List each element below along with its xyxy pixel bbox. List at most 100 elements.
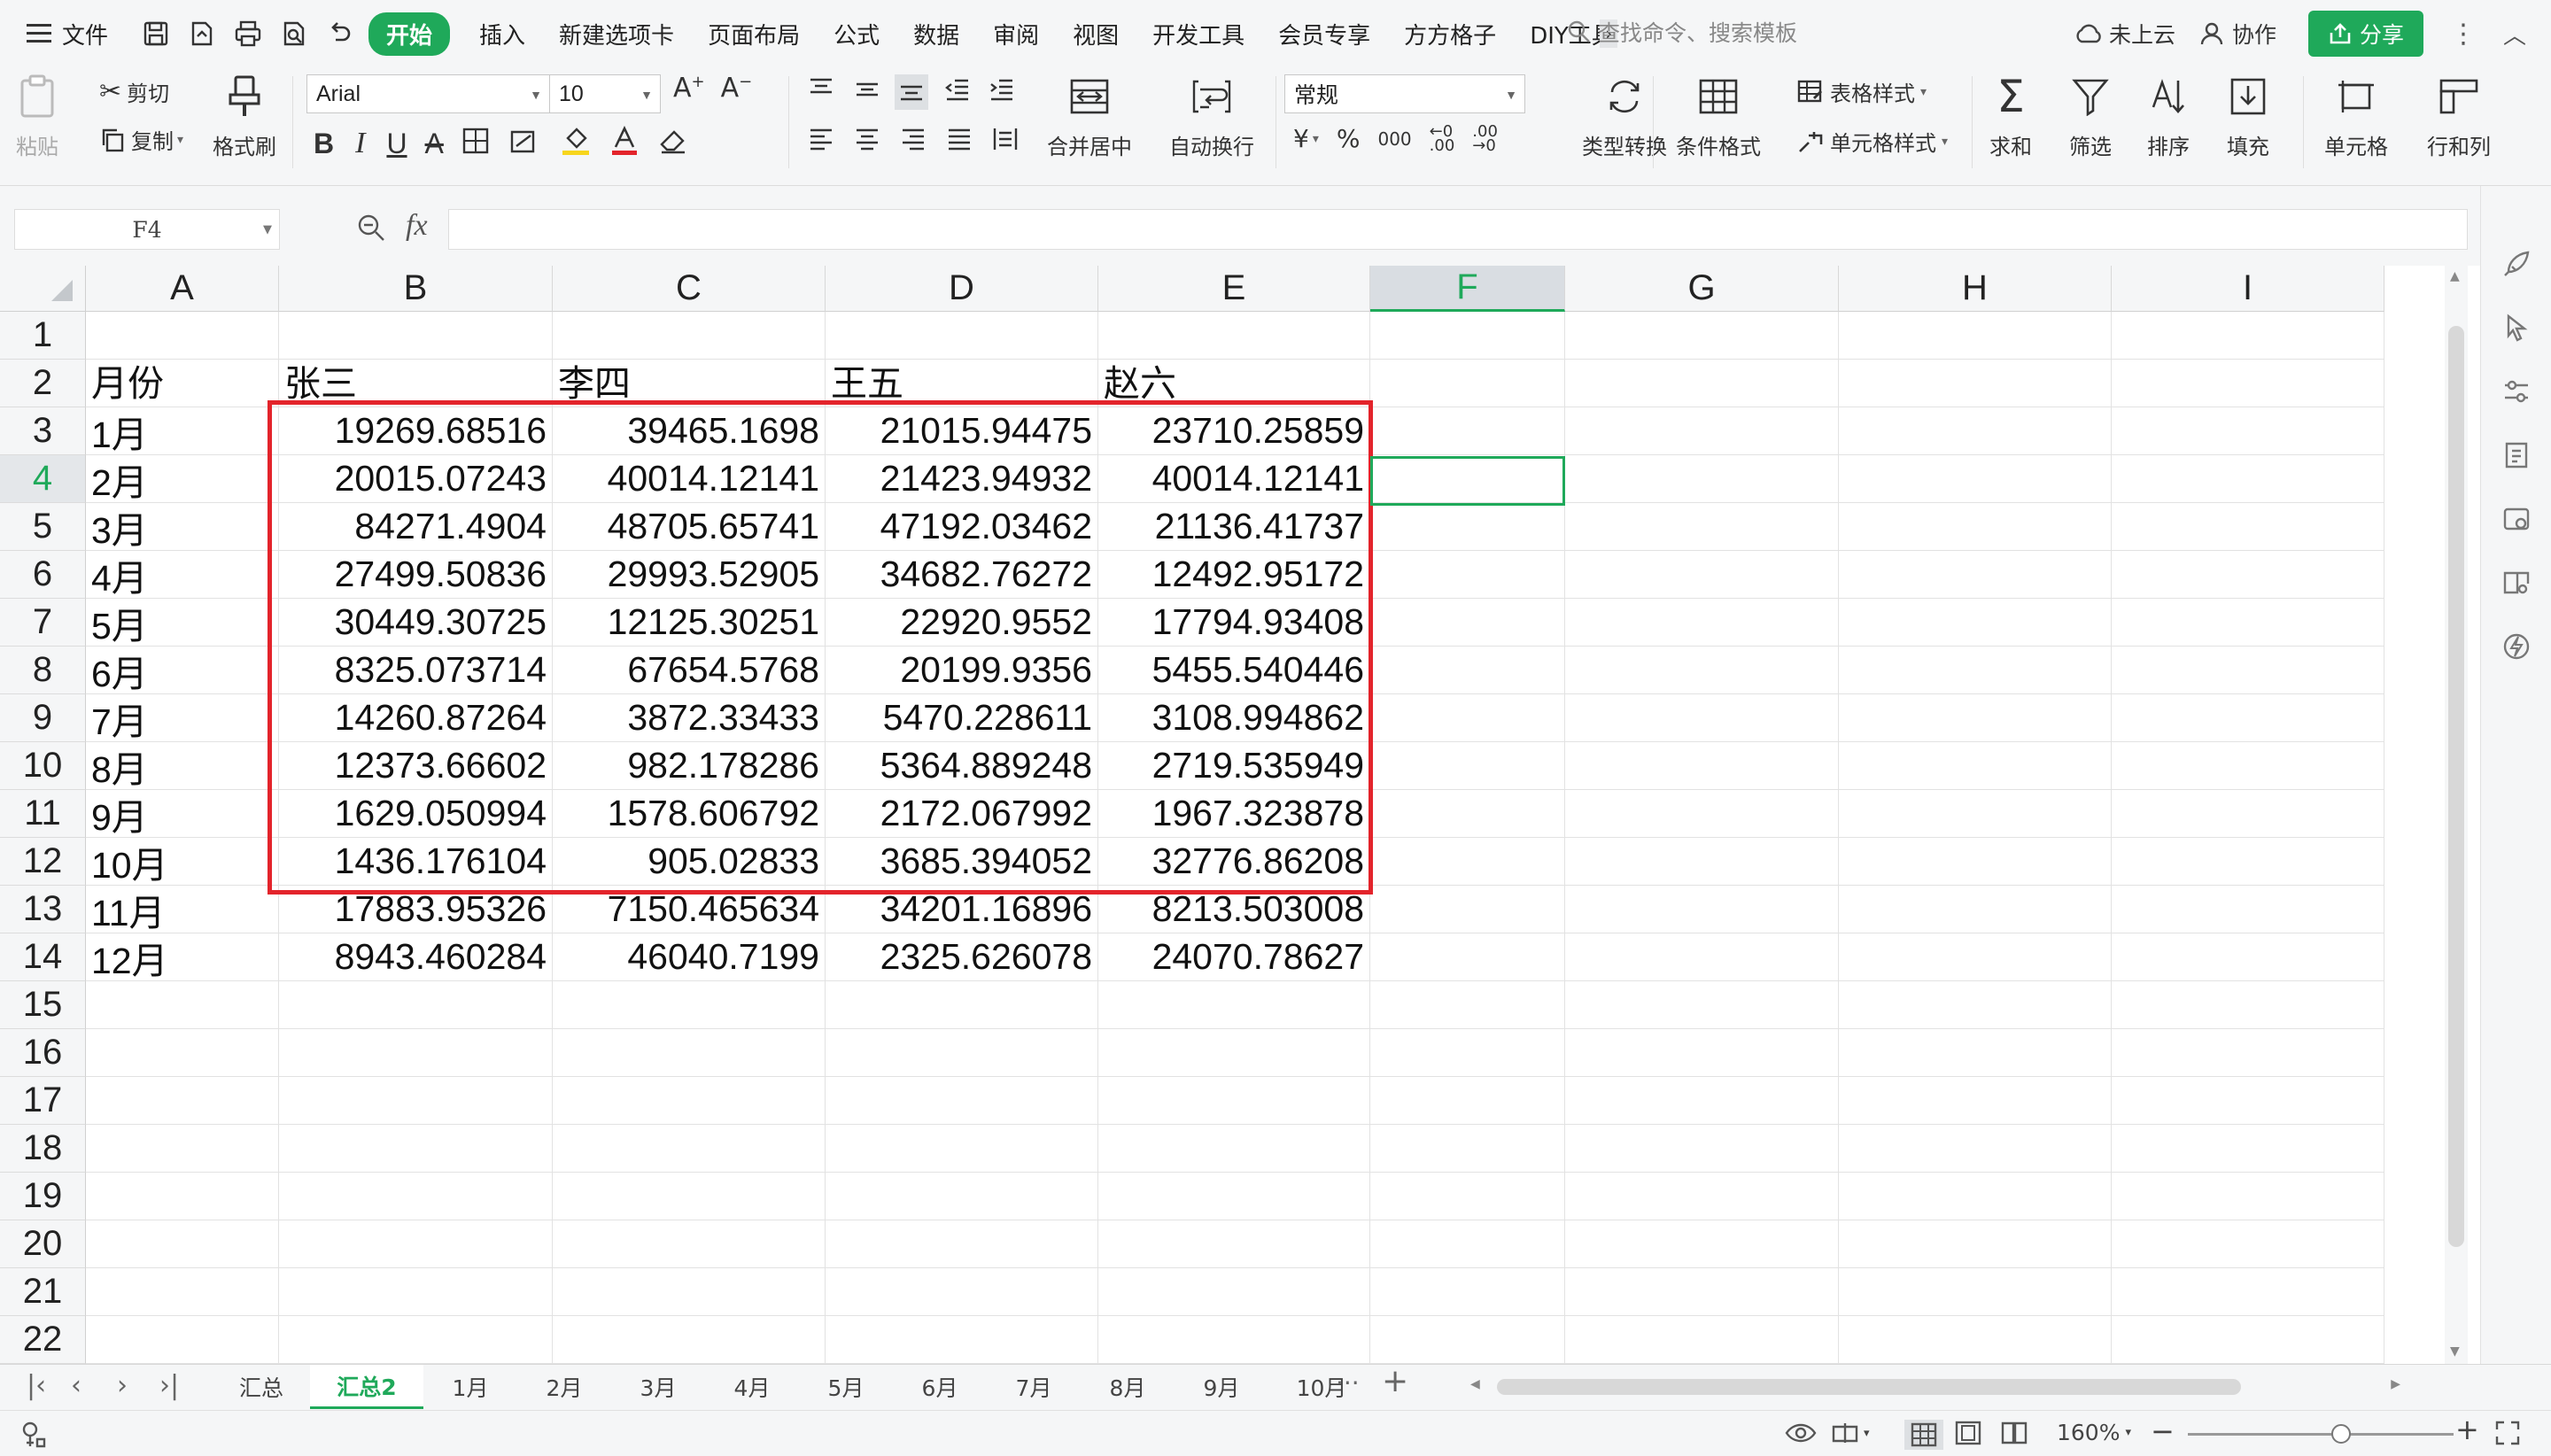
copy-button[interactable]: 复制 ▾ — [99, 124, 183, 155]
cell-f8[interactable] — [1370, 647, 1565, 694]
month-cell[interactable]: 8月 — [86, 742, 279, 790]
sheet-tab[interactable]: 2月 — [517, 1365, 611, 1409]
cell-i12[interactable] — [2112, 838, 2384, 886]
cell-g19[interactable] — [1565, 1173, 1839, 1220]
cell-f19[interactable] — [1370, 1173, 1565, 1220]
row-header-14[interactable]: 14 — [0, 933, 86, 981]
cell-b16[interactable] — [279, 1029, 553, 1077]
cell-g13[interactable] — [1565, 886, 1839, 933]
distribute-icon[interactable] — [992, 126, 1019, 158]
cell-c22[interactable] — [553, 1316, 826, 1364]
collapse-ribbon-icon[interactable]: ︿ — [2503, 18, 2526, 50]
tab-review[interactable]: 审阅 — [976, 18, 1056, 50]
cell-g4[interactable] — [1565, 455, 1839, 503]
cell-i22[interactable] — [2112, 1316, 2384, 1364]
cell-i6[interactable] — [2112, 551, 2384, 599]
zoom-level-select[interactable]: 160% ▾ — [2057, 1420, 2131, 1445]
cell-i9[interactable] — [2112, 694, 2384, 742]
header-cell-c[interactable]: 李四 — [553, 360, 826, 407]
zoom-in-button[interactable]: + — [2455, 1413, 2479, 1446]
cell-f21[interactable] — [1370, 1268, 1565, 1316]
vertical-scrollbar[interactable]: ▲ ▼ — [2445, 266, 2468, 1364]
normal-view-icon[interactable] — [1904, 1420, 1943, 1450]
value-cell[interactable]: 21015.94475 — [826, 407, 1098, 455]
column-header-d[interactable]: D — [826, 266, 1098, 312]
cell-i10[interactable] — [2112, 742, 2384, 790]
cell-i4[interactable] — [2112, 455, 2384, 503]
font-color-icon[interactable] — [610, 125, 639, 161]
cell-e20[interactable] — [1098, 1220, 1370, 1268]
value-cell[interactable]: 3685.394052 — [826, 838, 1098, 886]
cloud-status[interactable]: 未上云 — [2074, 18, 2175, 50]
cell-a17[interactable] — [86, 1077, 279, 1125]
share-button[interactable]: 分享 — [2307, 11, 2423, 57]
next-sheet-icon[interactable]: › — [117, 1370, 128, 1401]
cell-f14[interactable] — [1370, 933, 1565, 981]
value-cell[interactable]: 48705.65741 — [553, 503, 826, 551]
month-cell[interactable]: 9月 — [86, 790, 279, 838]
cell-h15[interactable] — [1839, 981, 2112, 1029]
format-painter-button[interactable]: 格式刷 — [213, 73, 276, 160]
value-cell[interactable]: 2172.067992 — [826, 790, 1098, 838]
cell-h10[interactable] — [1839, 742, 2112, 790]
row-header-12[interactable]: 12 — [0, 838, 86, 886]
cell-g16[interactable] — [1565, 1029, 1839, 1077]
font-name-select[interactable]: Arial ▼ — [306, 74, 550, 113]
value-cell[interactable]: 7150.465634 — [553, 886, 826, 933]
tab-fangfang[interactable]: 方方格子 — [1387, 18, 1513, 50]
file-menu[interactable]: 文件 — [0, 0, 108, 67]
cell-a20[interactable] — [86, 1220, 279, 1268]
book-search-icon[interactable] — [2501, 567, 2532, 599]
cell-d15[interactable] — [826, 981, 1098, 1029]
cell-i3[interactable] — [2112, 407, 2384, 455]
align-bottom-icon[interactable] — [895, 74, 928, 110]
cell-b17[interactable] — [279, 1077, 553, 1125]
cell-g7[interactable] — [1565, 599, 1839, 647]
cell-h2[interactable] — [1839, 360, 2112, 407]
row-header-11[interactable]: 11 — [0, 790, 86, 838]
row-header-15[interactable]: 15 — [0, 981, 86, 1029]
cell-i16[interactable] — [2112, 1029, 2384, 1077]
cell-h21[interactable] — [1839, 1268, 2112, 1316]
row-header-5[interactable]: 5 — [0, 503, 86, 551]
row-header-1[interactable]: 1 — [0, 312, 86, 360]
column-header-a[interactable]: A — [86, 266, 279, 312]
cell-f12[interactable] — [1370, 838, 1565, 886]
value-cell[interactable]: 22920.9552 — [826, 599, 1098, 647]
value-cell[interactable]: 40014.12141 — [1098, 455, 1370, 503]
column-header-h[interactable]: H — [1839, 266, 2112, 312]
value-cell[interactable]: 27499.50836 — [279, 551, 553, 599]
cut-button[interactable]: ✂ 剪切 — [99, 76, 169, 107]
cell-f7[interactable] — [1370, 599, 1565, 647]
cell-i15[interactable] — [2112, 981, 2384, 1029]
value-cell[interactable]: 20199.9356 — [826, 647, 1098, 694]
cell-g5[interactable] — [1565, 503, 1839, 551]
cell-i7[interactable] — [2112, 599, 2384, 647]
lightning-icon[interactable] — [2501, 631, 2532, 662]
row-header-3[interactable]: 3 — [0, 407, 86, 455]
clear-format-icon[interactable] — [658, 127, 688, 160]
zoom-slider[interactable] — [2188, 1424, 2454, 1444]
cell-i18[interactable] — [2112, 1125, 2384, 1173]
align-top-icon[interactable] — [808, 76, 834, 108]
scroll-up-icon[interactable]: ▲ — [2450, 269, 2460, 283]
value-cell[interactable]: 39465.1698 — [553, 407, 826, 455]
month-cell[interactable]: 12月 — [86, 933, 279, 981]
cell-h22[interactable] — [1839, 1316, 2112, 1364]
cell-h13[interactable] — [1839, 886, 2112, 933]
print-preview-icon[interactable] — [276, 16, 312, 51]
month-cell[interactable]: 1月 — [86, 407, 279, 455]
tab-insert[interactable]: 插入 — [462, 18, 542, 50]
cell-a15[interactable] — [86, 981, 279, 1029]
italic-icon[interactable]: I — [355, 127, 365, 160]
cell-f13[interactable] — [1370, 886, 1565, 933]
cell-a19[interactable] — [86, 1173, 279, 1220]
cell-h4[interactable] — [1839, 455, 2112, 503]
cell-g17[interactable] — [1565, 1077, 1839, 1125]
month-cell[interactable]: 7月 — [86, 694, 279, 742]
prev-sheet-icon[interactable]: ‹ — [71, 1370, 81, 1401]
header-cell-d[interactable]: 王五 — [826, 360, 1098, 407]
cell-c1[interactable] — [553, 312, 826, 360]
value-cell[interactable]: 34201.16896 — [826, 886, 1098, 933]
cell-f6[interactable] — [1370, 551, 1565, 599]
